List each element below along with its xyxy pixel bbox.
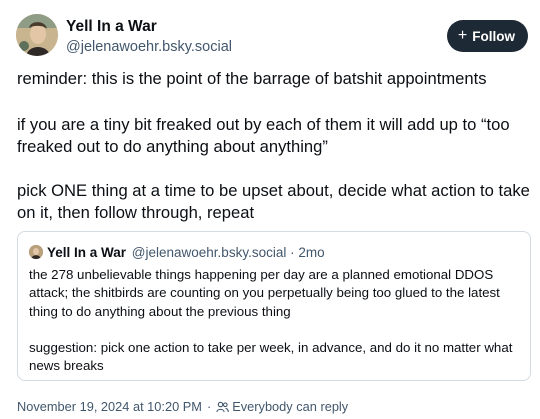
reply-setting[interactable]: Everybody can reply — [216, 399, 348, 414]
quoted-text-paragraph: the 278 unbelievable things happening pe… — [29, 267, 500, 319]
quoted-post[interactable]: Yell In a War @jelenawoehr.bsky.social ·… — [17, 231, 531, 381]
follow-button[interactable]: + Follow — [446, 20, 528, 52]
meta-separator: · — [206, 399, 212, 414]
reply-setting-label: Everybody can reply — [232, 399, 349, 414]
post-timestamp[interactable]: November 19, 2024 at 10:20 PM — [17, 399, 202, 414]
avatar-image — [16, 14, 58, 56]
author-avatar[interactable] — [16, 14, 58, 56]
quoted-separator: · — [290, 245, 295, 260]
author-name[interactable]: Yell In a War — [66, 18, 157, 36]
post-text-paragraph: reminder: this is the point of the barra… — [17, 69, 487, 88]
quoted-author-name: Yell In a War — [47, 245, 127, 260]
plus-icon: + — [457, 26, 468, 44]
quoted-author-avatar — [29, 245, 43, 259]
post-header: Yell In a War @jelenawoehr.bsky.social +… — [16, 14, 528, 58]
quoted-author-handle: @jelenawoehr.bsky.social — [131, 245, 287, 260]
quoted-text-paragraph: suggestion: pick one action to take per … — [29, 340, 513, 374]
quoted-post-time: 2mo — [298, 245, 325, 260]
post-card: Yell In a War @jelenawoehr.bsky.social +… — [0, 0, 540, 419]
people-icon — [216, 401, 230, 413]
author-handle[interactable]: @jelenawoehr.bsky.social — [66, 39, 232, 55]
quoted-avatar-image — [29, 245, 43, 259]
quoted-post-header: Yell In a War @jelenawoehr.bsky.social ·… — [29, 245, 325, 263]
follow-button-label: Follow — [472, 28, 515, 44]
post-meta: November 19, 2024 at 10:20 PM · Everybody … — [17, 399, 348, 414]
post-text-paragraph: if you are a tiny bit freaked out by eac… — [17, 115, 510, 156]
post-text-paragraph: pick ONE thing at a time to be upset abo… — [17, 181, 530, 222]
